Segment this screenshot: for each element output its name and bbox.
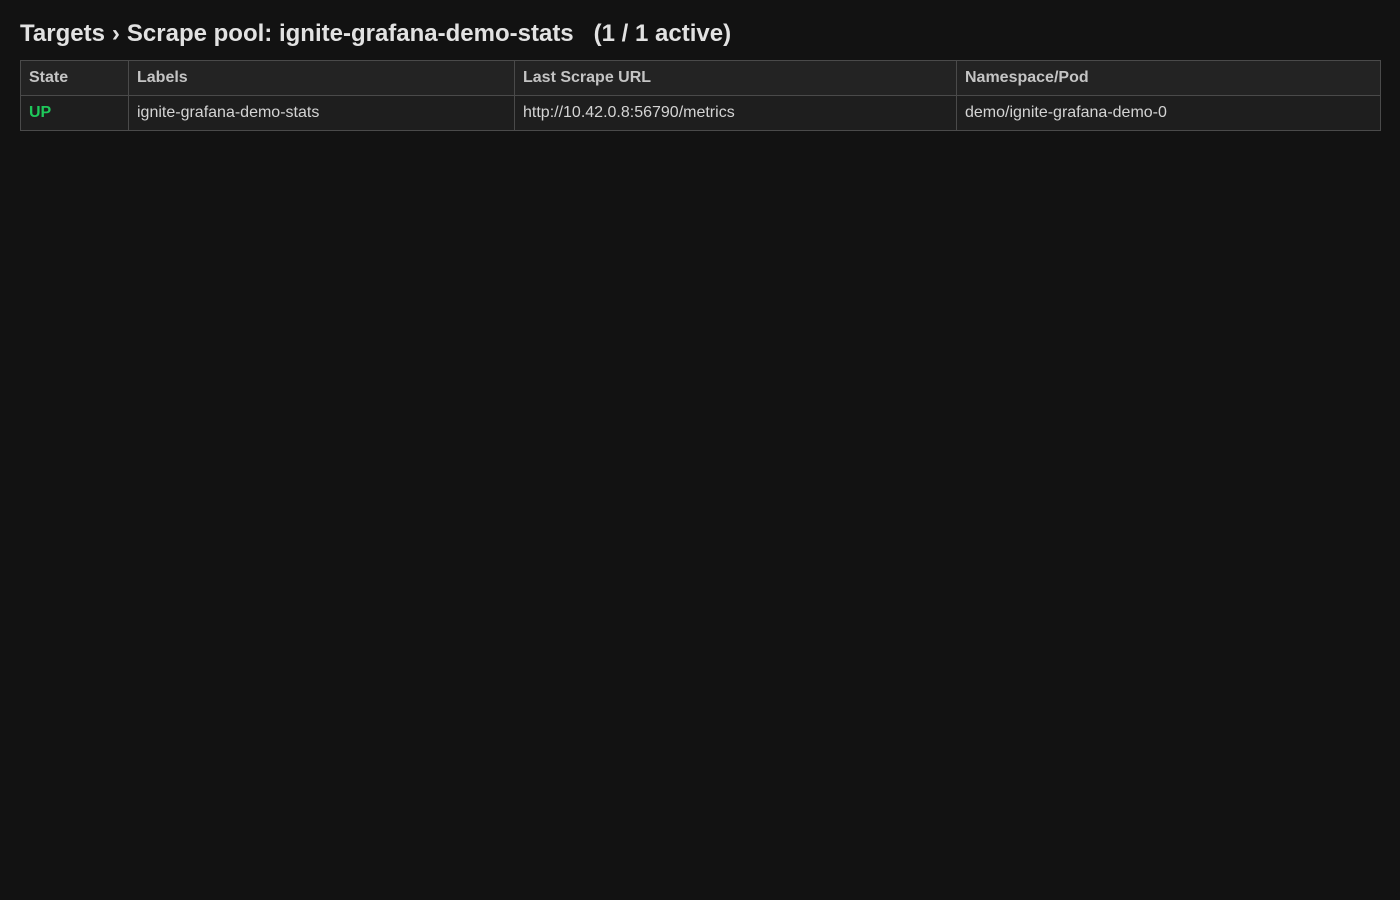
scrape-pool-name: ignite-grafana-demo-stats: [278, 20, 574, 47]
column-header-namespace-pod: Namespace/Pod: [956, 60, 1381, 96]
active-count: (1 / 1 active): [593, 20, 732, 47]
column-header-labels: Labels: [128, 60, 515, 96]
target-labels: ignite-grafana-demo-stats: [128, 95, 515, 131]
target-namespace-pod: demo/ignite-grafana-demo-0: [956, 95, 1381, 131]
column-header-state: State: [20, 60, 129, 96]
breadcrumb-separator: ›: [111, 20, 120, 47]
target-state: UP: [20, 95, 129, 131]
scrape-pool-prefix: Scrape pool:: [126, 20, 273, 47]
table-header-row: State Labels Last Scrape URL Namespace/P…: [20, 60, 1381, 96]
targets-table: State Labels Last Scrape URL Namespace/P…: [20, 60, 1381, 131]
page-title: Targets › Scrape pool: ignite-grafana-demo…: [20, 18, 1380, 50]
targets-page: Targets › Scrape pool: ignite-grafana-demo…: [20, 18, 1381, 131]
target-scrape-url[interactable]: http://10.42.0.8:56790/metrics: [514, 95, 957, 131]
table-row: UP ignite-grafana-demo-stats http://10.4…: [20, 95, 1381, 131]
column-header-last-scrape-url: Last Scrape URL: [514, 60, 957, 96]
breadcrumb-targets[interactable]: Targets: [20, 20, 105, 47]
